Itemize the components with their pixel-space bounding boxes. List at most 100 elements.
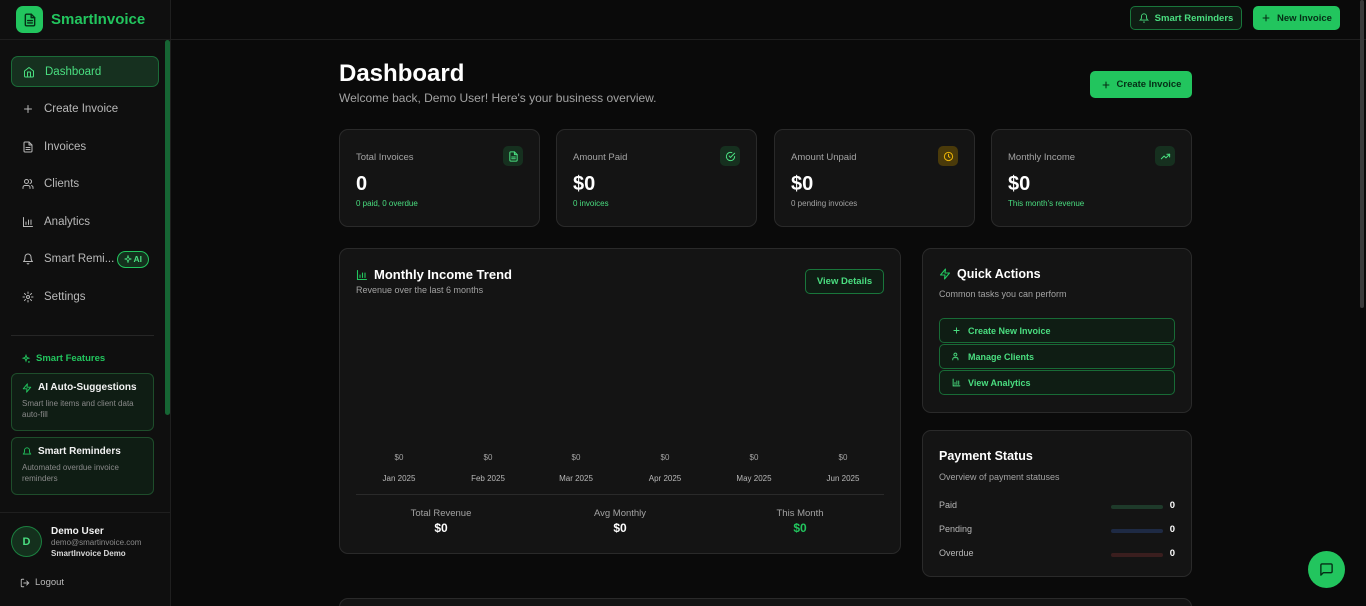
user-name: Demo User bbox=[51, 526, 104, 537]
plus-icon bbox=[953, 327, 960, 334]
month-label: Apr 2025 bbox=[648, 474, 682, 483]
feature-desc: Smart line items and client data auto-fi… bbox=[22, 399, 134, 419]
payment-status-subtitle: Overview of payment statuses bbox=[939, 472, 1060, 482]
status-count: 0 bbox=[1169, 524, 1175, 535]
plus-icon bbox=[21, 102, 35, 116]
summary-label: Total Revenue bbox=[410, 508, 472, 519]
payment-status-row-pending: Pending 0 bbox=[939, 524, 1175, 538]
logout-label: Logout bbox=[35, 577, 65, 588]
zap-icon bbox=[22, 382, 32, 393]
stat-value: $0 bbox=[791, 173, 814, 195]
month-value: $0 bbox=[749, 453, 759, 462]
plus-icon bbox=[1102, 81, 1109, 88]
stat-foot: 0 paid, 0 overdue bbox=[356, 199, 418, 208]
stat-value: $0 bbox=[1008, 173, 1031, 195]
ai-badge: AI bbox=[116, 250, 149, 268]
home-icon bbox=[22, 65, 36, 79]
sidebar-item-invoices[interactable]: Invoices bbox=[11, 131, 159, 162]
sidebar-item-label: Invoices bbox=[44, 140, 87, 153]
stat-card-amount-paid: Amount Paid $0 0 invoices bbox=[556, 129, 757, 227]
quick-actions-subtitle: Common tasks you can perform bbox=[939, 289, 1067, 299]
stat-label: Amount Unpaid bbox=[791, 152, 857, 163]
sidebar-scrollbar[interactable] bbox=[165, 40, 170, 415]
clock-icon bbox=[938, 146, 958, 166]
summary-label: Avg Monthly bbox=[593, 508, 647, 519]
sidebar-item-label: Smart Remi... bbox=[44, 253, 115, 265]
sparkle-icon bbox=[123, 255, 132, 263]
payment-status-title: Payment Status bbox=[939, 449, 1033, 463]
month-label: Feb 2025 bbox=[471, 474, 505, 483]
view-details-button[interactable]: View Details bbox=[805, 269, 884, 294]
sidebar-item-label: Dashboard bbox=[45, 65, 102, 78]
quick-actions-card: Quick Actions Common tasks you can perfo… bbox=[922, 248, 1192, 413]
trending-up-icon bbox=[1155, 146, 1175, 166]
create-invoice-button[interactable]: Create Invoice bbox=[1090, 71, 1192, 98]
avatar[interactable]: D bbox=[11, 526, 42, 557]
brand[interactable]: SmartInvoice bbox=[0, 0, 170, 40]
stat-value: $0 bbox=[573, 173, 596, 195]
chart-title: Monthly Income Trend bbox=[356, 267, 512, 282]
month-value: $0 bbox=[838, 453, 848, 462]
payment-status-card: Payment Status Overview of payment statu… bbox=[922, 430, 1192, 577]
stat-foot: 0 invoices bbox=[573, 199, 609, 208]
bar-chart-icon bbox=[356, 269, 368, 280]
manage-clients-button[interactable]: Manage Clients bbox=[939, 344, 1175, 369]
stat-foot: 0 pending invoices bbox=[791, 199, 858, 208]
sidebar-item-smart-reminders[interactable]: Smart Remi... AI bbox=[11, 244, 159, 275]
create-new-invoice-button[interactable]: Create New Invoice bbox=[939, 318, 1175, 343]
month-value: $0 bbox=[660, 453, 670, 462]
feature-card-smart-reminders[interactable]: Smart Reminders Automated overdue invoic… bbox=[11, 437, 154, 495]
status-label: Paid bbox=[939, 500, 958, 510]
sidebar-item-label: Analytics bbox=[44, 215, 91, 228]
users-icon bbox=[21, 177, 35, 191]
stat-card-amount-unpaid: Amount Unpaid $0 0 pending invoices bbox=[774, 129, 975, 227]
summary-value: $0 bbox=[613, 521, 627, 535]
file-icon bbox=[21, 140, 35, 154]
sidebar-item-dashboard[interactable]: Dashboard bbox=[11, 56, 159, 87]
logout-button[interactable]: Logout bbox=[20, 577, 64, 588]
check-circle-icon bbox=[720, 146, 740, 166]
month-value: $0 bbox=[483, 453, 493, 462]
smart-reminders-button[interactable]: Smart Reminders bbox=[1130, 6, 1242, 30]
smart-features-title: Smart Features bbox=[21, 353, 105, 364]
recent-section-card bbox=[339, 598, 1192, 606]
ai-badge-label: AI bbox=[133, 254, 143, 264]
month-value: $0 bbox=[571, 453, 581, 462]
sidebar: SmartInvoice Dashboard Create Invoice In… bbox=[0, 0, 171, 606]
plus-icon bbox=[1262, 14, 1270, 22]
brand-name: SmartInvoice bbox=[51, 11, 146, 28]
payment-status-row-overdue: Overdue 0 bbox=[939, 548, 1175, 562]
sidebar-item-clients[interactable]: Clients bbox=[11, 169, 159, 200]
chart-subtitle: Revenue over the last 6 months bbox=[356, 285, 484, 295]
stat-foot: This month's revenue bbox=[1008, 199, 1085, 208]
sidebar-item-settings[interactable]: Settings bbox=[11, 281, 159, 312]
status-label: Pending bbox=[939, 524, 973, 534]
zap-icon bbox=[939, 268, 951, 280]
feature-desc: Automated overdue invoice reminders bbox=[22, 463, 119, 483]
status-bar bbox=[1111, 505, 1163, 509]
feature-title: Smart Reminders bbox=[38, 446, 121, 457]
status-count: 0 bbox=[1169, 500, 1175, 511]
gear-icon bbox=[21, 290, 35, 304]
sidebar-divider bbox=[11, 335, 154, 336]
logout-icon bbox=[20, 578, 30, 587]
file-icon bbox=[503, 146, 523, 166]
status-bar bbox=[1111, 529, 1163, 533]
feature-card-ai-suggestions[interactable]: AI Auto-Suggestions Smart line items and… bbox=[11, 373, 154, 431]
stat-value: 0 bbox=[356, 173, 368, 195]
status-bar bbox=[1111, 553, 1163, 557]
sidebar-item-create-invoice[interactable]: Create Invoice bbox=[11, 94, 159, 125]
stat-label: Total Invoices bbox=[356, 152, 414, 163]
sidebar-nav: Dashboard Create Invoice Invoices Client… bbox=[0, 40, 170, 312]
page-scrollbar[interactable] bbox=[1360, 0, 1364, 308]
sidebar-item-analytics[interactable]: Analytics bbox=[11, 206, 159, 237]
bell-icon bbox=[21, 252, 35, 266]
chat-button[interactable] bbox=[1308, 551, 1345, 588]
month-value: $0 bbox=[394, 453, 404, 462]
new-invoice-button[interactable]: New Invoice bbox=[1253, 6, 1340, 30]
summary-label: This Month bbox=[776, 508, 824, 519]
income-trend-card: Monthly Income Trend Revenue over the la… bbox=[339, 248, 901, 554]
view-analytics-button[interactable]: View Analytics bbox=[939, 370, 1175, 395]
page-title: Dashboard bbox=[339, 60, 465, 87]
summary-value: $0 bbox=[434, 521, 448, 535]
